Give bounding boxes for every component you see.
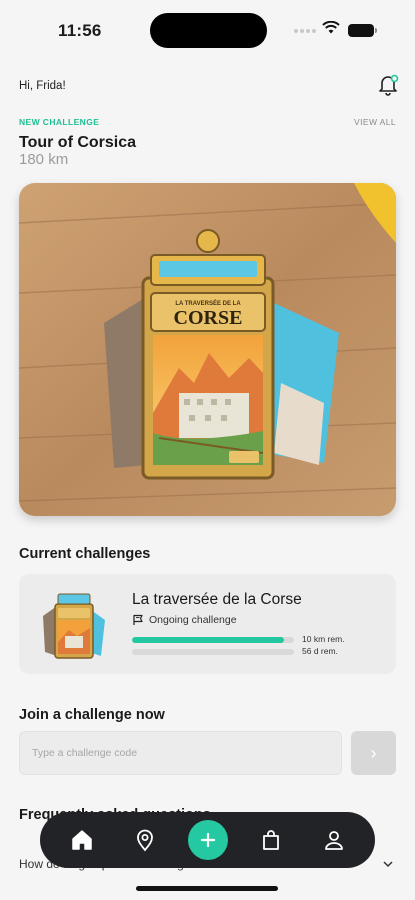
home-indicator <box>136 886 278 891</box>
profile-icon <box>324 831 343 850</box>
tab-add[interactable] <box>187 820 228 860</box>
cellular-signal-icon <box>294 29 316 33</box>
status-time: 11:56 <box>58 21 102 40</box>
days-progress-bar <box>132 649 294 655</box>
plus-icon <box>200 832 215 848</box>
challenge-code-input[interactable] <box>19 731 342 775</box>
home-icon <box>71 830 92 850</box>
medal-illustration: LA TRAVERSÉE DE LA CORSE <box>19 183 396 516</box>
notification-bell-icon[interactable] <box>375 72 401 98</box>
distance-progress-bar <box>132 637 294 643</box>
challenge-hero-image[interactable]: LA TRAVERSÉE DE LA CORSE <box>19 183 396 516</box>
medal-title: CORSE <box>174 307 243 329</box>
battery-icon <box>348 24 377 37</box>
days-remaining: 56 d rem. <box>302 646 338 656</box>
distance-remaining: 10 km rem. <box>302 634 345 644</box>
current-challenge-card[interactable]: La traversée de la Corse Ongoing challen… <box>19 574 396 674</box>
current-challenge-title: La traversée de la Corse <box>132 591 302 608</box>
chevron-right-icon: › <box>370 742 377 763</box>
wifi-icon <box>322 21 340 34</box>
tab-profile[interactable] <box>314 820 354 860</box>
tab-home[interactable] <box>62 820 102 860</box>
greeting: Hi, Frida! <box>19 80 66 92</box>
bottom-tab-bar <box>40 812 375 868</box>
current-challenge-status: Ongoing challenge <box>132 614 237 626</box>
challenge-thumbnail <box>43 593 105 659</box>
view-all-link[interactable]: VIEW ALL <box>354 117 396 127</box>
shopping-bag-icon <box>262 830 279 850</box>
join-challenge-heading: Join a challenge now <box>19 707 165 723</box>
flag-icon <box>133 614 143 625</box>
status-label: Ongoing challenge <box>149 614 237 626</box>
distance-progress-fill <box>132 637 285 643</box>
submit-code-button[interactable]: › <box>351 731 396 775</box>
medal-banner: LA TRAVERSÉE DE LA <box>175 299 241 307</box>
current-challenges-heading: Current challenges <box>19 546 151 562</box>
map-pin-icon <box>136 829 153 852</box>
challenge-title: Tour of Corsica <box>19 134 137 151</box>
new-challenge-tag: NEW CHALLENGE <box>19 117 100 127</box>
chevron-down-icon <box>383 861 393 868</box>
status-bar: 11:56 <box>0 0 415 62</box>
tab-map[interactable] <box>125 820 165 860</box>
challenge-distance: 180 km <box>19 151 69 168</box>
dynamic-island <box>150 13 267 48</box>
tab-shop[interactable] <box>251 820 291 860</box>
